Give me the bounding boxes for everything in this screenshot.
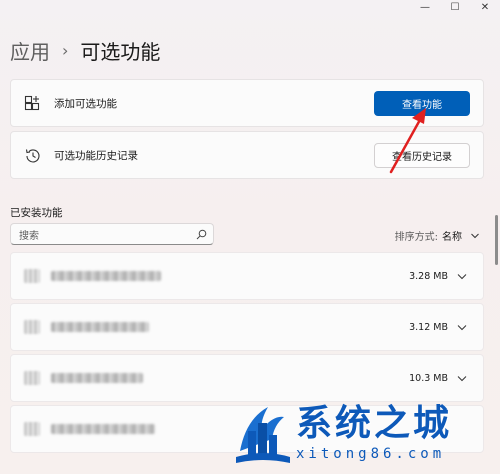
list-item[interactable]: 3.12 MB	[10, 303, 484, 351]
city-logo-icon	[236, 407, 290, 463]
minimize-button[interactable]: —	[410, 0, 440, 14]
sort-dropdown[interactable]: 排序方式: 名称	[395, 228, 480, 243]
installed-features-title: 已安装功能	[10, 207, 63, 219]
breadcrumb-apps[interactable]: 应用	[10, 36, 50, 65]
chevron-down-icon[interactable]	[457, 273, 467, 281]
search-icon[interactable]	[196, 229, 207, 240]
page-title: 可选功能	[80, 40, 161, 64]
feature-icon	[24, 269, 40, 283]
feature-name-blurred	[51, 271, 161, 281]
feature-size: 3.12 MB	[409, 322, 448, 333]
site-watermark: 系统之城 xitong86.com	[234, 394, 492, 472]
breadcrumb: 应用 › 可选功能	[10, 36, 160, 65]
sort-value: 名称	[442, 232, 462, 243]
feature-icon	[24, 320, 40, 334]
history-icon	[25, 149, 40, 163]
feature-history-card: 可选功能历史记录 查看历史记录	[10, 131, 484, 179]
feature-size: 10.3 MB	[409, 373, 448, 384]
scrollbar[interactable]	[495, 215, 498, 265]
search-input[interactable]: 搜索	[10, 223, 214, 245]
sort-label: 排序方式:	[394, 232, 438, 243]
feature-name-blurred	[51, 373, 143, 383]
feature-icon	[24, 371, 40, 385]
chevron-down-icon[interactable]	[457, 375, 467, 383]
watermark-url: xitong86.com	[296, 446, 446, 462]
feature-name-blurred	[51, 424, 155, 434]
add-feature-card: 添加可选功能 查看功能	[10, 79, 484, 127]
list-item[interactable]: 3.28 MB	[10, 252, 484, 300]
view-history-button[interactable]: 查看历史记录	[374, 142, 470, 168]
close-button[interactable]: ✕	[470, 0, 500, 14]
add-feature-label: 添加可选功能	[54, 97, 117, 110]
feature-history-label: 可选功能历史记录	[54, 149, 138, 162]
chevron-down-icon	[471, 233, 479, 238]
feature-icon	[24, 422, 40, 436]
watermark-title: 系统之城	[296, 403, 453, 444]
feature-name-blurred	[51, 322, 149, 332]
add-feature-icon	[24, 95, 40, 111]
search-placeholder: 搜索	[19, 230, 39, 242]
view-features-button[interactable]: 查看功能	[374, 90, 470, 116]
maximize-button[interactable]: ☐	[440, 0, 470, 14]
feature-size: 3.28 MB	[409, 271, 448, 282]
breadcrumb-separator: ›	[62, 41, 69, 60]
chevron-down-icon[interactable]	[457, 324, 467, 332]
window-controls: — ☐ ✕	[410, 0, 500, 14]
